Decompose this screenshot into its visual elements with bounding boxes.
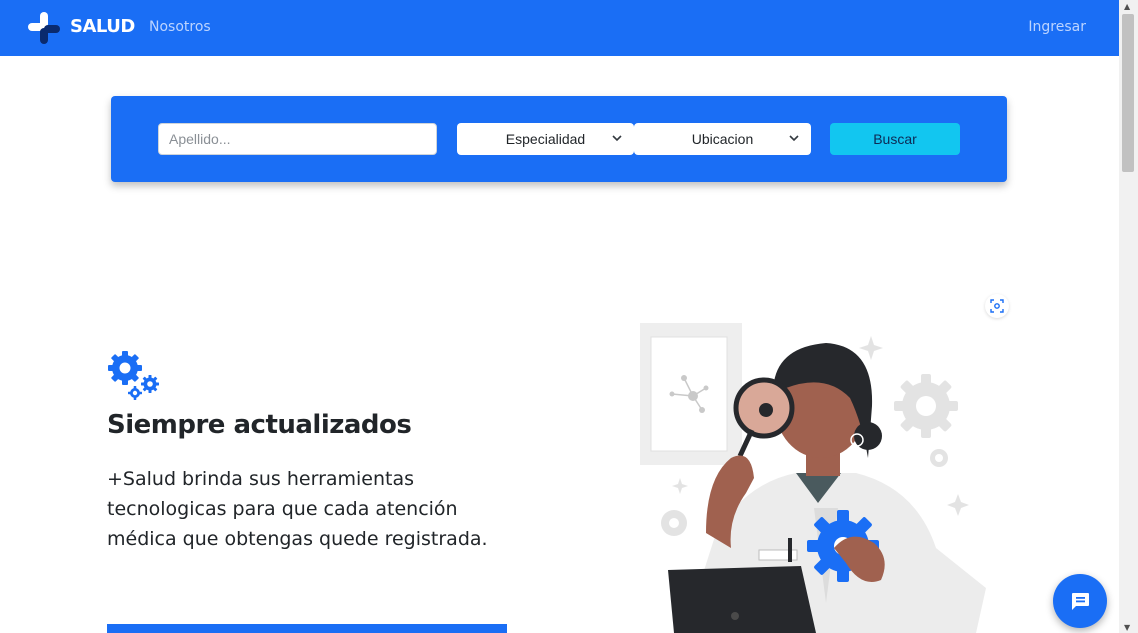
- feature-title: Siempre actualizados: [107, 410, 412, 440]
- chevron-down-icon: [612, 135, 622, 142]
- scroll-down-icon[interactable]: ▼: [1124, 623, 1130, 632]
- chat-button[interactable]: [1053, 574, 1107, 628]
- screenshot-focus-icon[interactable]: [985, 294, 1009, 318]
- search-card: Especialidad Ubicacion Buscar: [111, 96, 1007, 182]
- ubicacion-select[interactable]: Ubicacion: [634, 123, 811, 155]
- brand-logo-icon: [28, 12, 60, 44]
- scroll-thumb[interactable]: [1122, 14, 1134, 172]
- nav-link-nosotros[interactable]: Nosotros: [149, 19, 211, 35]
- chat-message-icon: [1072, 593, 1089, 610]
- especialidad-select[interactable]: Especialidad: [457, 123, 634, 155]
- brand-link[interactable]: SALUD: [26, 10, 135, 46]
- brand-name: SALUD: [70, 16, 135, 37]
- chevron-down-icon: [789, 135, 799, 142]
- page-scrollbar[interactable]: ▲ ▼: [1119, 0, 1138, 633]
- section-divider-bar: [107, 624, 507, 633]
- buscar-button[interactable]: Buscar: [830, 123, 960, 155]
- ubicacion-select-label: Ubicacion: [691, 131, 754, 147]
- feature-text: +Salud brinda sus herramientas tecnologi…: [107, 468, 488, 550]
- navbar: SALUD Nosotros Ingresar: [0, 0, 1119, 56]
- especialidad-select-label: Especialidad: [505, 131, 586, 147]
- login-link[interactable]: Ingresar: [1028, 19, 1086, 35]
- doctor-illustration: [640, 323, 986, 633]
- scroll-up-icon[interactable]: ▲: [1124, 2, 1130, 11]
- apellido-input[interactable]: [158, 123, 437, 155]
- gears-icon: [108, 351, 159, 400]
